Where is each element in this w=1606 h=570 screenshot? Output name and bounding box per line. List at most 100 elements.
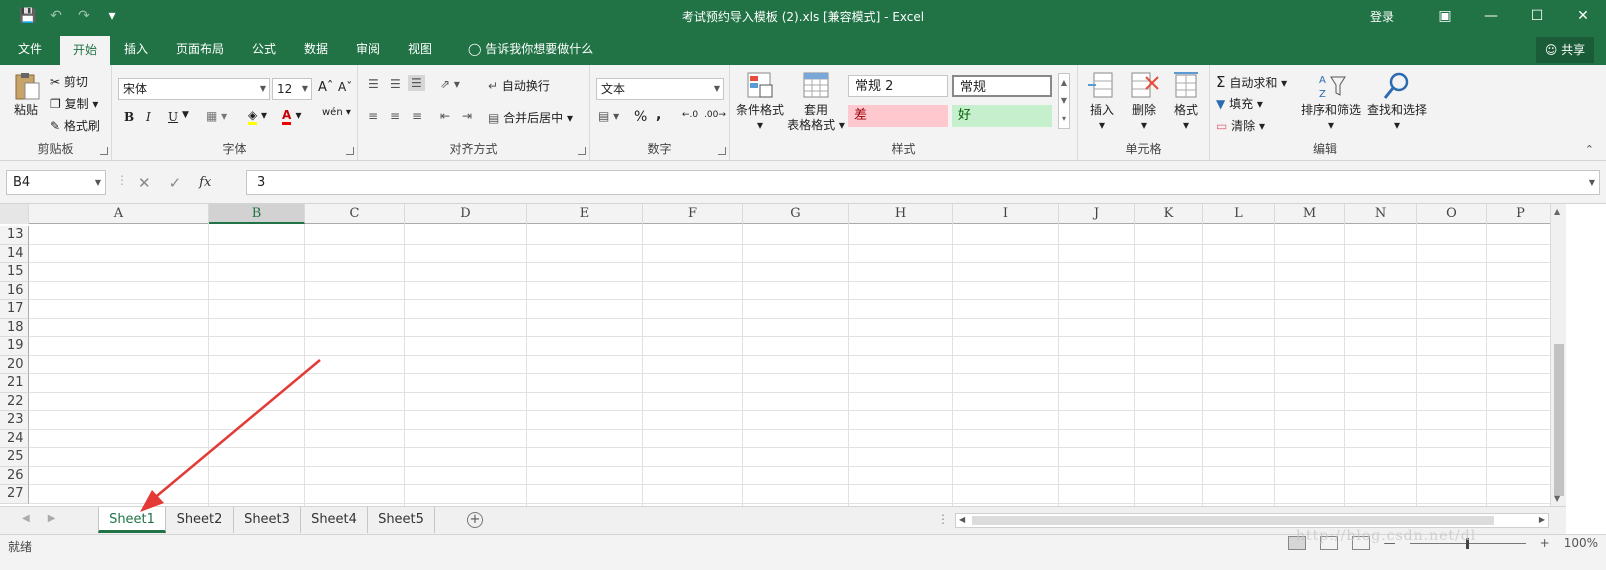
column-header-d[interactable]: D — [405, 204, 527, 224]
minimize-icon[interactable]: — — [1468, 0, 1514, 33]
tab-splitter[interactable]: ⋮ — [937, 512, 949, 526]
row-header-21[interactable]: 21 — [0, 374, 29, 393]
border-icon[interactable]: ▦ ▾ — [206, 109, 227, 123]
tab-insert[interactable]: 插入 — [116, 33, 156, 65]
add-sheet-icon[interactable]: + — [467, 512, 483, 528]
format-as-table-button[interactable]: 套用 表格格式 ▾ — [786, 71, 846, 133]
font-size-combo[interactable]: 12 ▼ — [272, 78, 312, 100]
sheet-tab-5[interactable]: Sheet5 — [368, 507, 435, 533]
sheet-tab-2[interactable]: Sheet2 — [166, 507, 234, 533]
font-name-combo[interactable]: 宋体 ▼ — [118, 78, 270, 100]
row-header-23[interactable]: 23 — [0, 411, 29, 430]
horizontal-scroll-thumb[interactable] — [972, 516, 1494, 525]
clipboard-launcher[interactable] — [100, 147, 108, 155]
autosum-button[interactable]: Σ 自动求和 ▾ — [1216, 73, 1287, 91]
column-header-p[interactable]: P — [1487, 204, 1550, 224]
formula-input[interactable]: 3 ▼ — [246, 170, 1600, 195]
login-button[interactable]: 登录 — [1370, 8, 1394, 25]
scroll-right-icon[interactable]: ▶ — [1539, 515, 1545, 524]
zoom-in-icon[interactable]: + — [1540, 536, 1550, 550]
format-cells-button[interactable]: 格式 ▾ — [1166, 71, 1206, 133]
style-normal[interactable]: 常规 — [952, 75, 1052, 97]
cancel-icon[interactable]: ✕ — [138, 174, 151, 192]
phonetic-icon[interactable]: wén ▾ — [322, 107, 351, 118]
select-all-corner[interactable] — [0, 204, 29, 224]
column-header-c[interactable]: C — [305, 204, 405, 224]
row-header-19[interactable]: 19 — [0, 337, 29, 356]
row-header-22[interactable]: 22 — [0, 392, 29, 411]
sheet-nav-arrows[interactable]: ◀▶ — [22, 513, 73, 524]
number-format-combo[interactable]: 文本 ▼ — [596, 78, 724, 100]
tab-home[interactable]: 开始 — [60, 36, 110, 65]
sheet-tab-4[interactable]: Sheet4 — [301, 507, 368, 533]
row-header-27[interactable]: 27 — [0, 485, 29, 504]
copy-button[interactable]: ❐ 复制 ▾ — [50, 95, 98, 112]
cut-button[interactable]: ✂ 剪切 — [50, 73, 88, 90]
font-launcher[interactable] — [346, 147, 354, 155]
maximize-icon[interactable]: ☐ — [1514, 0, 1560, 33]
scroll-left-icon[interactable]: ◀ — [959, 515, 965, 524]
align-top-icon[interactable]: ☰ — [368, 77, 379, 91]
fill-color-icon[interactable]: ◈ ▾ — [248, 108, 267, 125]
column-header-g[interactable]: G — [743, 204, 849, 224]
chevron-down-icon[interactable]: ▼ — [182, 110, 189, 120]
style-good[interactable]: 好 — [952, 105, 1052, 127]
tab-formulas[interactable]: 公式 — [244, 33, 284, 65]
tell-me-box[interactable]: ◯ 告诉我你想要做什么 — [468, 33, 593, 65]
column-header-b[interactable]: B — [209, 204, 305, 224]
worksheet-grid[interactable]: ABCDEFGHIJKLMNOP 13 14 15 16 17 18 19 20 21 22 23 2… — [0, 204, 1550, 506]
number-launcher[interactable] — [718, 147, 726, 155]
decrease-decimal-icon[interactable]: .00→ — [704, 110, 726, 120]
underline-button[interactable]: U — [168, 110, 178, 124]
row-header-16[interactable]: 16 — [0, 281, 29, 300]
align-center-icon[interactable]: ≡ — [390, 109, 400, 123]
column-header-m[interactable]: M — [1275, 204, 1345, 224]
delete-cells-button[interactable]: 删除 ▾ — [1124, 71, 1164, 133]
row-header-13[interactable]: 13 — [0, 226, 29, 245]
align-left-icon[interactable]: ≡ — [368, 109, 378, 123]
insert-cells-button[interactable]: 插入 ▾ — [1082, 71, 1122, 133]
row-header-20[interactable]: 20 — [0, 355, 29, 374]
column-header-f[interactable]: F — [643, 204, 743, 224]
percent-button[interactable]: % — [634, 109, 647, 125]
style-normal-2[interactable]: 常规 2 — [848, 75, 948, 97]
row-header-25[interactable]: 25 — [0, 448, 29, 467]
alignment-launcher[interactable] — [578, 147, 586, 155]
row-header-18[interactable]: 18 — [0, 318, 29, 337]
accounting-icon[interactable]: ▤ ▾ — [598, 109, 619, 123]
column-header-k[interactable]: K — [1135, 204, 1203, 224]
decrease-indent-icon[interactable]: ⇤ — [440, 109, 450, 123]
sort-filter-button[interactable]: AZ 排序和筛选 ▾ — [1300, 71, 1362, 133]
sheet-tab-3[interactable]: Sheet3 — [234, 507, 301, 533]
grow-font-icon[interactable]: Aˆ — [318, 80, 333, 95]
find-select-button[interactable]: 查找和选择 ▾ — [1364, 71, 1430, 133]
tab-file[interactable]: 文件 — [8, 33, 52, 65]
column-header-o[interactable]: O — [1417, 204, 1487, 224]
vertical-scroll-thumb[interactable] — [1554, 344, 1564, 496]
column-header-l[interactable]: L — [1203, 204, 1275, 224]
paste-button[interactable]: 粘贴 — [6, 71, 46, 118]
format-painter-button[interactable]: ✎ 格式刷 — [50, 117, 100, 134]
column-header-i[interactable]: I — [953, 204, 1059, 224]
row-header-26[interactable]: 26 — [0, 466, 29, 485]
styles-gallery-scroll[interactable]: ▲ ▼ ▾ — [1058, 73, 1070, 129]
merge-center-button[interactable]: ▤ 合并后居中 ▾ — [488, 109, 573, 126]
name-box[interactable]: B4 ▼ — [6, 170, 106, 195]
zoom-level[interactable]: 100% — [1564, 536, 1598, 550]
scroll-down-icon[interactable]: ▼ — [1554, 494, 1560, 503]
tab-view[interactable]: 视图 — [400, 33, 440, 65]
vertical-scrollbar[interactable]: ▲ ▼ — [1550, 204, 1566, 506]
increase-indent-icon[interactable]: ⇥ — [462, 109, 472, 123]
align-right-icon[interactable]: ≡ — [412, 109, 422, 123]
column-header-e[interactable]: E — [527, 204, 643, 224]
font-color-icon[interactable]: A ▾ — [282, 108, 302, 125]
italic-button[interactable]: I — [146, 110, 151, 124]
increase-decimal-icon[interactable]: ←.0 — [682, 110, 698, 120]
comma-button[interactable]: , — [656, 107, 661, 123]
close-icon[interactable]: ✕ — [1560, 0, 1606, 33]
wrap-text-button[interactable]: ↵ 自动换行 — [488, 77, 550, 94]
orientation-icon[interactable]: ⇗ ▾ — [440, 77, 460, 91]
style-bad[interactable]: 差 — [848, 105, 948, 127]
row-header-17[interactable]: 17 — [0, 300, 29, 319]
enter-icon[interactable]: ✓ — [169, 174, 182, 192]
